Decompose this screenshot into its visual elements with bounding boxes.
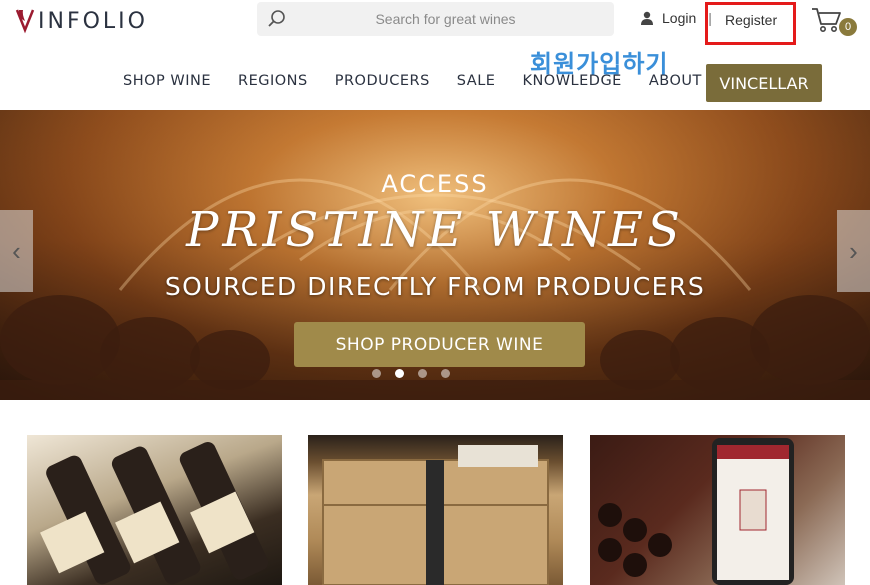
hero-subtitle: SOURCED DIRECTLY FROM PRODUCERS	[164, 272, 706, 301]
mobile-app-image	[598, 438, 794, 585]
search-input[interactable]	[257, 2, 614, 36]
user-icon	[641, 11, 653, 25]
logo[interactable]: INFOLIO	[14, 8, 148, 34]
cart-button[interactable]: 0	[811, 6, 859, 40]
main-nav: SHOP WINE REGIONS PRODUCERS SALE KNOWLED…	[123, 73, 729, 89]
hero-eyebrow: ACCESS	[381, 170, 489, 198]
nav-item-about[interactable]: ABOUT	[649, 73, 702, 89]
wine-bottles-image	[40, 442, 269, 585]
cart-icon	[812, 8, 841, 32]
shop-producer-wine-button[interactable]: SHOP PRODUCER WINE	[294, 322, 585, 367]
feature-card-mobile-app[interactable]	[590, 435, 845, 585]
hero-carousel: ‹ › ACCESS PRISTINE WINES SOURCED DIRECT…	[0, 110, 870, 400]
register-link[interactable]: Register	[725, 12, 777, 28]
feature-card-wooden-case[interactable]	[308, 435, 563, 585]
carousel-dot[interactable]	[441, 369, 450, 378]
nav-item-sale[interactable]: SALE	[457, 73, 496, 89]
carousel-dots	[372, 369, 464, 378]
search-icon[interactable]	[267, 9, 287, 29]
feature-card-bottles[interactable]	[27, 435, 282, 585]
hero-title: PRISTINE WINES	[186, 202, 684, 258]
nav-item-producers[interactable]: PRODUCERS	[335, 73, 430, 89]
login-link[interactable]: Login	[662, 10, 696, 26]
carousel-dot[interactable]	[418, 369, 427, 378]
wine-drop-logo-icon	[15, 9, 35, 34]
vincellar-button[interactable]: VINCELLAR	[706, 64, 822, 102]
carousel-dot-active[interactable]	[395, 369, 404, 378]
nav-item-knowledge[interactable]: KNOWLEDGE	[522, 73, 621, 89]
nav-item-regions[interactable]: REGIONS	[238, 73, 308, 89]
wine-case-image	[322, 445, 549, 585]
logo-text: INFOLIO	[38, 8, 148, 34]
carousel-dot[interactable]	[372, 369, 381, 378]
nav-item-shop-wine[interactable]: SHOP WINE	[123, 73, 211, 89]
cart-count-badge: 0	[839, 18, 857, 36]
search-bar[interactable]	[257, 2, 614, 36]
